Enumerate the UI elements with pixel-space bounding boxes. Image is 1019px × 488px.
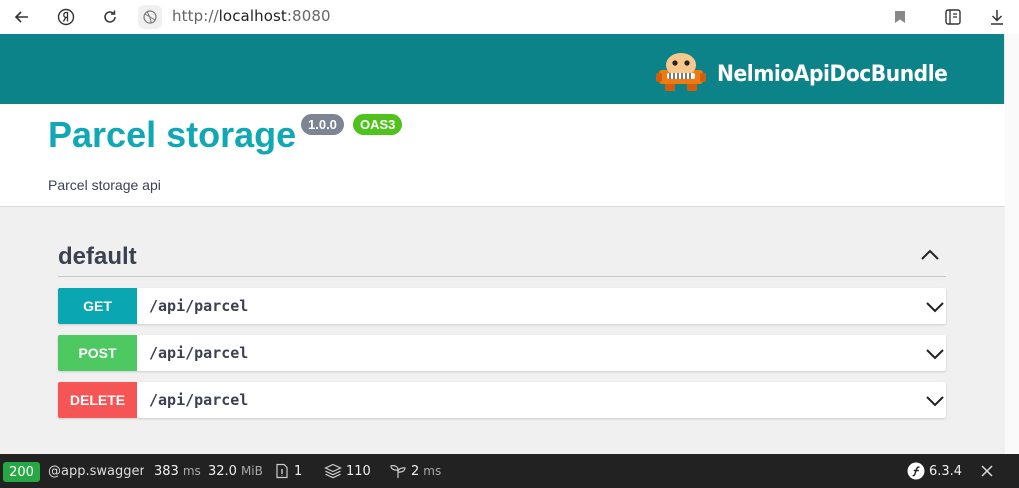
operation-delete-api-parcel[interactable]: DELETE /api/parcel	[58, 382, 946, 418]
operations-area: default GET /api/parcel POST /api/parcel…	[0, 207, 1005, 454]
operation-path: /api/parcel	[149, 344, 249, 362]
symfony-version-item[interactable]: 6.3.4	[907, 454, 962, 488]
symfony-logo-icon	[907, 462, 925, 480]
close-toolbar-button[interactable]	[980, 454, 994, 488]
url-scheme: http://	[172, 7, 219, 25]
nelmio-mascot-icon	[655, 52, 707, 97]
bookmark-icon[interactable]	[888, 5, 912, 29]
operation-path: /api/parcel	[149, 297, 249, 315]
memory-item[interactable]: 32.0 MiB	[208, 454, 263, 488]
tag-header[interactable]: default	[58, 239, 946, 277]
memory-value: 32.0	[208, 463, 237, 479]
page-scrollbar[interactable]	[1004, 34, 1019, 454]
method-badge: GET	[58, 288, 137, 324]
api-info: Parcel storage 1.0.0 OAS3 Parcel storage…	[0, 104, 1005, 207]
layers-item[interactable]: 110	[324, 454, 371, 488]
route-item[interactable]: @app.swagger_ui	[48, 454, 144, 488]
operation-post-api-parcel[interactable]: POST /api/parcel	[58, 335, 946, 371]
layers-count: 110	[346, 463, 371, 479]
time-item[interactable]: 383 ms	[154, 454, 201, 488]
spec-badge: OAS3	[353, 114, 403, 135]
swagger-topbar: NelmioApiDocBundle	[0, 34, 1005, 104]
close-icon	[981, 465, 993, 477]
layers-icon	[324, 463, 342, 479]
api-description: Parcel storage api	[48, 177, 161, 193]
brand-name: NelmioApiDocBundle	[716, 62, 948, 87]
url-host: localhost	[218, 7, 287, 25]
globe-icon[interactable]	[138, 5, 162, 29]
twig-unit: ms	[423, 464, 442, 478]
back-arrow-icon[interactable]	[10, 5, 34, 29]
brand[interactable]: NelmioApiDocBundle	[655, 52, 968, 97]
twig-value: 2	[411, 463, 420, 479]
tag-title: default	[58, 243, 137, 270]
file-icon	[276, 463, 288, 479]
chevron-down-icon[interactable]	[926, 299, 944, 313]
time-unit: ms	[182, 464, 201, 478]
files-item[interactable]: 1	[274, 454, 302, 488]
address-bar[interactable]: http://localhost:8080	[172, 7, 331, 25]
memory-unit: MiB	[240, 464, 263, 478]
status-badge[interactable]: 200	[3, 462, 40, 482]
method-badge: POST	[58, 335, 137, 371]
download-icon[interactable]	[985, 5, 1009, 29]
chevron-up-icon[interactable]	[920, 248, 940, 262]
twig-item[interactable]: 2 ms	[389, 454, 441, 488]
time-value: 383	[154, 463, 179, 479]
files-count: 1	[294, 463, 303, 479]
reader-icon[interactable]	[941, 5, 965, 29]
browser-toolbar: http://localhost:8080	[0, 0, 1019, 35]
reload-icon[interactable]	[98, 5, 122, 29]
operation-path: /api/parcel	[149, 391, 249, 409]
version-badge: 1.0.0	[301, 114, 344, 135]
operation-get-api-parcel[interactable]: GET /api/parcel	[58, 288, 946, 324]
yandex-icon[interactable]	[54, 5, 78, 29]
twig-icon	[390, 465, 406, 478]
symfony-debug-toolbar: 200 @app.swagger_ui 383 ms 32.0 MiB 1 11…	[0, 454, 1019, 488]
chevron-down-icon[interactable]	[926, 393, 944, 407]
tag-section-default: default GET /api/parcel POST /api/parcel…	[58, 239, 946, 418]
method-badge: DELETE	[58, 382, 137, 418]
chevron-down-icon[interactable]	[926, 346, 944, 360]
symfony-version: 6.3.4	[929, 463, 963, 479]
api-title: Parcel storage	[48, 114, 297, 155]
url-port: :8080	[286, 7, 331, 25]
route-name: @app.swagger_ui	[48, 463, 144, 479]
